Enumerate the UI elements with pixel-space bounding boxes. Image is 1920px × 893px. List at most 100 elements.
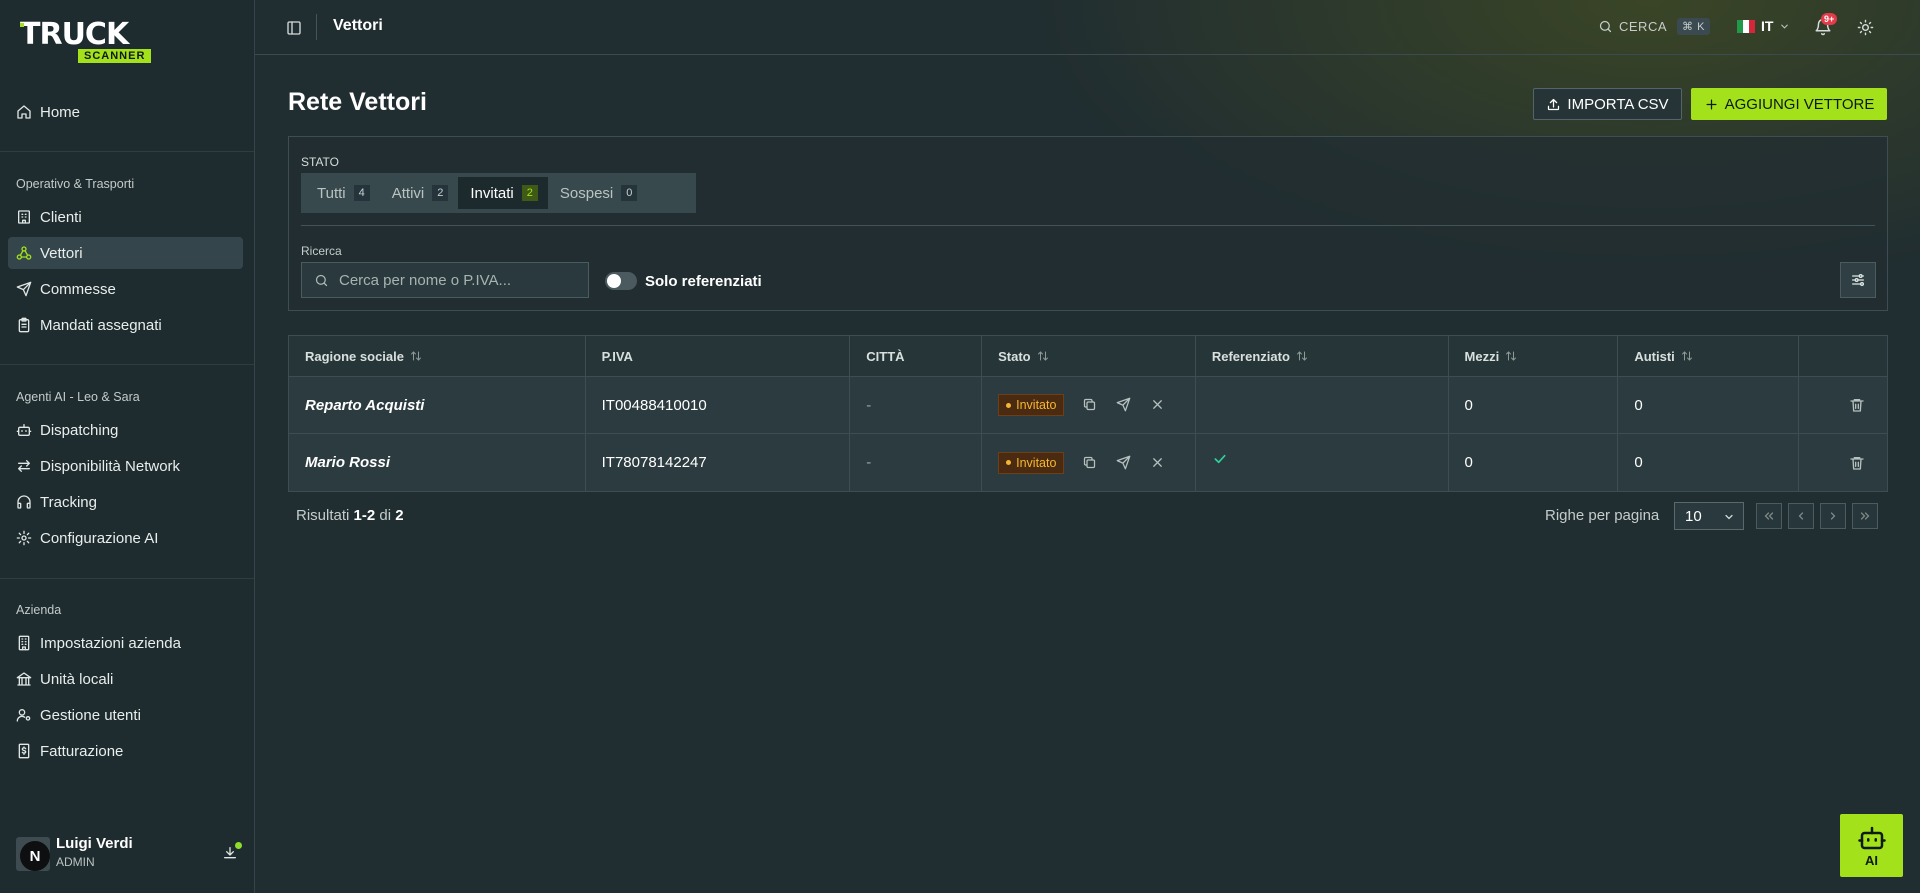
- trash-icon[interactable]: [1849, 455, 1865, 471]
- vehicles-count: 0: [1449, 377, 1619, 433]
- user-profile[interactable]: N Luigi Verdi ADMIN: [16, 835, 246, 871]
- column-header-autisti[interactable]: Autisti: [1618, 336, 1800, 376]
- sidebar-item-label: Configurazione AI: [40, 529, 159, 547]
- sidebar-item-label: Impostazioni azienda: [40, 634, 181, 652]
- sidebar-item-label: Clienti: [40, 208, 82, 226]
- search-field: [301, 262, 589, 298]
- sidebar-item-impostazioni-azienda[interactable]: Impostazioni azienda: [8, 627, 243, 659]
- column-header-citta: CITTÀ: [850, 336, 983, 376]
- actions-cell: [1799, 434, 1887, 491]
- import-csv-button[interactable]: IMPORTA CSV: [1533, 88, 1682, 120]
- last-page-button[interactable]: [1852, 503, 1878, 529]
- sidebar-item-label: Tracking: [40, 493, 97, 511]
- results-summary: Risultati 1-2 di 2: [296, 507, 404, 524]
- user-cog-icon: [16, 707, 32, 723]
- first-page-button[interactable]: [1756, 503, 1782, 529]
- status-badge: Invitato: [998, 394, 1065, 416]
- company-name[interactable]: Mario Rossi: [289, 434, 586, 491]
- tab-label: Sospesi: [559, 184, 614, 202]
- sort-icon: [1037, 350, 1049, 362]
- close-icon[interactable]: [1150, 397, 1166, 413]
- column-header-mezzi[interactable]: Mezzi: [1449, 336, 1619, 376]
- referenced-cell: [1196, 377, 1449, 433]
- copy-icon[interactable]: [1082, 455, 1098, 471]
- chevrons-left-icon: [1763, 510, 1775, 522]
- column-header-label: Stato: [998, 348, 1031, 364]
- column-header-label: Mezzi: [1464, 348, 1500, 364]
- sidebar-item-tracking[interactable]: Tracking: [8, 486, 243, 518]
- tab-tutti[interactable]: Tutti 4: [305, 177, 380, 209]
- avatar: N: [16, 837, 50, 871]
- add-carrier-label: AGGIUNGI VETTORE: [1724, 95, 1875, 113]
- brand-logo-line2: SCANNER: [78, 49, 152, 63]
- referenced-only-toggle[interactable]: [605, 272, 637, 290]
- user-name: Luigi Verdi: [56, 835, 133, 852]
- sun-icon[interactable]: [1857, 19, 1874, 36]
- clipboard-icon: [16, 317, 32, 333]
- sidebar-item-configurazione-ai[interactable]: Configurazione AI: [8, 522, 243, 554]
- header-title: Vettori: [333, 17, 383, 34]
- sidebar-item-mandati[interactable]: Mandati assegnati: [8, 309, 243, 341]
- trash-icon[interactable]: [1849, 397, 1865, 413]
- column-header-ragione-sociale[interactable]: Ragione sociale: [289, 336, 586, 376]
- copy-icon[interactable]: [1082, 397, 1098, 413]
- top-header: Vettori CERCA ⌘ K IT 9+: [255, 0, 1920, 55]
- table-row[interactable]: Mario Rossi IT78078142247 - Invitato 0 0: [289, 434, 1887, 491]
- building-icon: [16, 209, 32, 225]
- tab-count-badge: 2: [432, 185, 449, 201]
- global-search-button[interactable]: CERCA ⌘ K: [1598, 18, 1710, 35]
- send-icon[interactable]: [1116, 455, 1132, 471]
- send-icon: [16, 281, 32, 297]
- results-range: 1-2: [353, 507, 376, 524]
- tab-invitati[interactable]: Invitati 2: [458, 177, 548, 209]
- ai-assistant-button[interactable]: AI: [1840, 814, 1903, 877]
- search-field-label: Ricerca: [301, 244, 342, 258]
- add-carrier-button[interactable]: AGGIUNGI VETTORE: [1691, 88, 1887, 120]
- import-csv-label: IMPORTA CSV: [1567, 95, 1669, 113]
- column-header-stato[interactable]: Stato: [982, 336, 1196, 376]
- sidebar-toggle-icon[interactable]: [286, 20, 302, 36]
- sidebar-item-commesse[interactable]: Commesse: [8, 273, 243, 305]
- tab-sospesi[interactable]: Sospesi 0: [548, 177, 648, 209]
- sidebar-item-vettori[interactable]: Vettori: [8, 237, 243, 269]
- sidebar-item-label: Vettori: [40, 244, 83, 262]
- sidebar-item-clienti[interactable]: Clienti: [8, 201, 243, 233]
- column-header-label: CITTÀ: [866, 348, 905, 364]
- previous-page-button[interactable]: [1788, 503, 1814, 529]
- download-icon[interactable]: [222, 842, 242, 861]
- send-icon[interactable]: [1116, 397, 1132, 413]
- next-page-button[interactable]: [1820, 503, 1846, 529]
- tab-attivi[interactable]: Attivi 2: [380, 177, 459, 209]
- headphones-icon: [16, 494, 32, 510]
- column-header-piva: P.IVA: [586, 336, 851, 376]
- advanced-filters-button[interactable]: [1840, 262, 1876, 298]
- rows-per-page-value: 10: [1685, 507, 1702, 525]
- status-badge: Invitato: [998, 451, 1065, 474]
- sidebar-item-home[interactable]: Home: [8, 96, 243, 128]
- status-dot: [1006, 460, 1012, 465]
- city: -: [850, 434, 983, 491]
- language-code: IT: [1761, 18, 1774, 34]
- sidebar-item-unita-locali[interactable]: Unità locali: [8, 663, 243, 695]
- column-header-referenziato[interactable]: Referenziato: [1196, 336, 1449, 376]
- search-input[interactable]: [339, 271, 579, 289]
- language-selector[interactable]: IT: [1737, 18, 1790, 34]
- sidebar-item-disponibilita-network[interactable]: Disponibilità Network: [8, 450, 243, 482]
- brand-logo[interactable]: TRUCK SCANNER: [20, 20, 165, 66]
- sidebar-item-dispatching[interactable]: Dispatching: [8, 414, 243, 446]
- sidebar-section-title: Agenti AI - Leo & Sara: [16, 390, 140, 404]
- ai-button-label: AI: [1865, 853, 1878, 868]
- sidebar-section-title: Azienda: [16, 603, 62, 617]
- table-row[interactable]: Reparto Acquisti IT00488410010 - Invitat…: [289, 377, 1887, 434]
- sidebar-item-label: Mandati assegnati: [40, 316, 162, 334]
- column-header-label: Ragione sociale: [305, 348, 404, 364]
- page-title: Rete Vettori: [288, 88, 427, 116]
- company-name[interactable]: Reparto Acquisti: [289, 377, 586, 433]
- status-cell: Invitato: [982, 434, 1196, 491]
- rows-per-page-select[interactable]: 10: [1674, 502, 1744, 530]
- header-divider: [316, 14, 317, 40]
- sort-icon: [410, 350, 422, 362]
- close-icon[interactable]: [1150, 455, 1166, 471]
- sidebar-item-fatturazione[interactable]: Fatturazione: [8, 735, 243, 767]
- sidebar-item-gestione-utenti[interactable]: Gestione utenti: [8, 699, 243, 731]
